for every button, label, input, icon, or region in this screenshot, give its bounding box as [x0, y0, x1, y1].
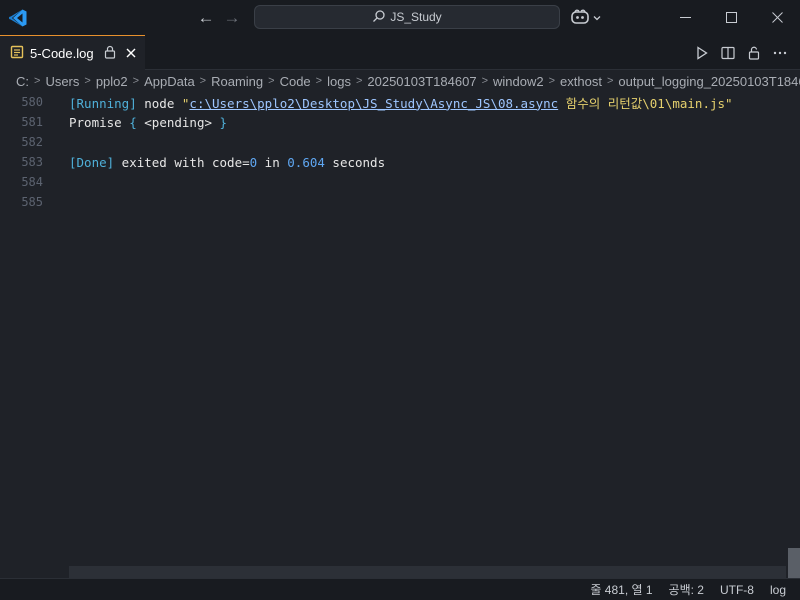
- indentation[interactable]: 공백: 2: [669, 581, 704, 598]
- line-content: Promise { <pending> }: [69, 115, 227, 130]
- vscode-logo-icon[interactable]: [8, 8, 28, 28]
- breadcrumb-item[interactable]: AppData: [144, 74, 195, 89]
- breadcrumb-item[interactable]: exthost: [560, 74, 602, 89]
- code-line: 585: [0, 192, 800, 212]
- editor-actions: [694, 35, 788, 70]
- breadcrumb-item[interactable]: C:: [16, 74, 29, 89]
- lock-icon: [104, 45, 116, 62]
- breadcrumb-item[interactable]: Roaming: [211, 74, 263, 89]
- tab-label: 5-Code.log: [30, 45, 94, 61]
- copilot-menu[interactable]: [570, 8, 604, 28]
- line-number: 584: [21, 175, 43, 189]
- breadcrumb-item[interactable]: Code: [280, 74, 311, 89]
- line-content: [Done] exited with code=0 in 0.604 secon…: [69, 155, 385, 170]
- chevron-right-icon: >: [606, 75, 614, 87]
- code-line: 581 Promise { <pending> }: [0, 112, 800, 132]
- maximize-icon[interactable]: [708, 0, 754, 35]
- seconds-text: seconds: [324, 154, 386, 170]
- more-icon[interactable]: [772, 45, 788, 61]
- chevron-right-icon: >: [548, 75, 556, 87]
- brace-open: {: [129, 114, 137, 130]
- code-line: 584: [0, 172, 800, 192]
- encoding[interactable]: UTF-8: [720, 583, 754, 597]
- quote-close: ": [725, 95, 733, 111]
- running-tag: [Running]: [69, 95, 137, 111]
- horizontal-scrollbar[interactable]: [69, 566, 786, 578]
- chevron-right-icon: >: [481, 75, 488, 87]
- seconds-value: 0.604: [287, 154, 325, 170]
- node-text: node: [136, 95, 182, 111]
- breadcrumb-item[interactable]: 20250103T184607: [367, 74, 476, 89]
- editor-area[interactable]: 580 [Running] node " c:\Users\pplo2\Deskt…: [0, 92, 800, 578]
- split-editor-icon[interactable]: [720, 45, 736, 61]
- arrow-left-icon[interactable]: ←: [196, 8, 216, 28]
- breadcrumb-item[interactable]: pplo2: [96, 74, 128, 89]
- code-line: 583 [Done] exited with code=0 in 0.604 s…: [0, 152, 800, 172]
- close-icon[interactable]: [754, 0, 800, 35]
- arrow-right-icon[interactable]: →: [222, 8, 242, 28]
- line-content: [Running] node " c:\Users\pplo2\Desktop\J…: [69, 93, 733, 112]
- search-icon: [372, 9, 386, 26]
- log-file-icon: [10, 45, 24, 62]
- line-number: 585: [21, 195, 43, 209]
- run-icon[interactable]: [694, 45, 710, 61]
- breadcrumb-item[interactable]: logs: [327, 74, 351, 89]
- unlock-icon[interactable]: [746, 45, 762, 61]
- breadcrumb-item[interactable]: window2: [493, 74, 544, 89]
- breadcrumb-item[interactable]: output_logging_20250103T184627: [618, 74, 800, 89]
- chevron-down-icon: [592, 11, 602, 26]
- chevron-right-icon: >: [132, 75, 140, 87]
- tab-5-code-log[interactable]: 5-Code.log: [0, 35, 145, 70]
- line-number: 582: [21, 135, 43, 149]
- brace-close: }: [219, 114, 228, 130]
- line-number: 581: [21, 115, 43, 129]
- cursor-position[interactable]: 줄 481, 열 1: [590, 581, 652, 598]
- line-number: 580: [21, 95, 43, 109]
- chevron-right-icon: >: [355, 75, 363, 87]
- tab-close-icon[interactable]: [126, 46, 136, 61]
- file-path-link[interactable]: c:\Users\pplo2\Desktop\JS_Study\Async_JS…: [189, 96, 558, 111]
- chevron-right-icon: >: [315, 75, 323, 87]
- exit-text: exited with code=: [114, 154, 250, 170]
- breadcrumb-item[interactable]: Users: [45, 74, 79, 89]
- vertical-scrollbar-thumb[interactable]: [788, 548, 800, 578]
- command-center-search[interactable]: JS_Study: [254, 5, 560, 29]
- chevron-right-icon: >: [34, 75, 41, 87]
- in-text: in: [257, 154, 288, 170]
- promise-text: Promise: [69, 114, 130, 130]
- chevron-right-icon: >: [84, 75, 91, 87]
- line-number: 583: [21, 155, 43, 169]
- language-mode[interactable]: log: [770, 583, 786, 597]
- command-center-label: JS_Study: [390, 10, 442, 24]
- chevron-right-icon: >: [268, 75, 275, 87]
- code-line: 580 [Running] node " c:\Users\pplo2\Deskt…: [0, 92, 800, 112]
- code-line: 582: [0, 132, 800, 152]
- minimize-icon[interactable]: [662, 0, 708, 35]
- title-bar: ← → JS_Study: [0, 0, 800, 35]
- file-path-rest: 함수의 리턴값\01\main.js: [558, 95, 726, 111]
- tab-bar: 5-Code.log: [0, 35, 800, 70]
- pending-text: <pending>: [136, 114, 220, 130]
- status-bar: 줄 481, 열 1 공백: 2 UTF-8 log: [0, 578, 800, 600]
- done-tag: [Done]: [69, 154, 115, 170]
- breadcrumb: C: > Users > pplo2 > AppData > Roaming > Code…: [0, 70, 800, 92]
- chevron-right-icon: >: [199, 75, 207, 87]
- copilot-icon: [570, 8, 590, 29]
